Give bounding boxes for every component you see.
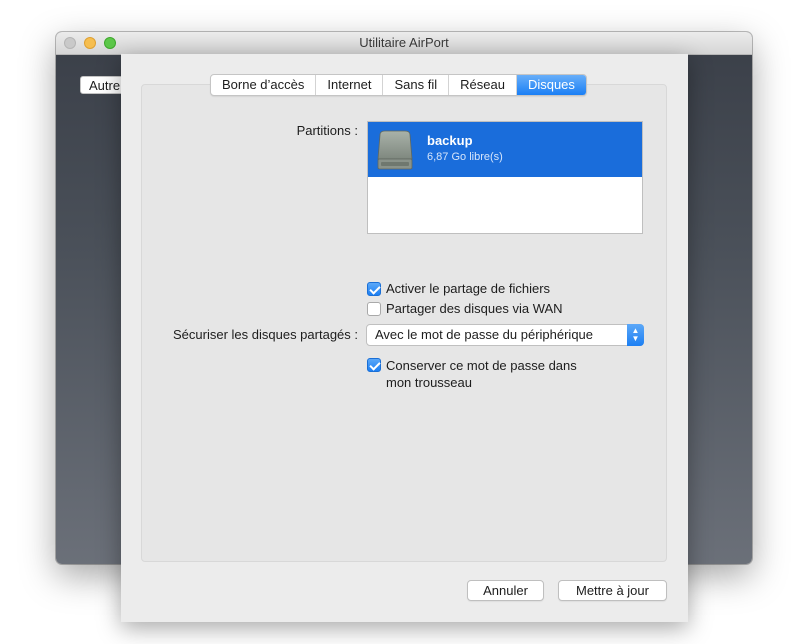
minimize-window-icon[interactable] xyxy=(84,37,96,49)
window-title: Utilitaire AirPort xyxy=(359,35,449,50)
tab-wireless[interactable]: Sans fil xyxy=(383,75,450,95)
file-sharing-checkbox[interactable] xyxy=(367,282,381,296)
tab-bar: Borne d’accès Internet Sans fil Réseau D… xyxy=(210,74,587,96)
tab-disks[interactable]: Disques xyxy=(516,75,586,95)
secure-disks-select[interactable]: Avec le mot de passe du périphérique ▲ ▼ xyxy=(366,324,644,346)
select-stepper-icon: ▲ ▼ xyxy=(627,324,644,346)
wan-sharing-label: Partager des disques via WAN xyxy=(386,301,563,316)
cancel-button[interactable]: Annuler xyxy=(467,580,544,601)
keychain-option[interactable]: Conserver ce mot de passe dans mon trous… xyxy=(367,357,607,391)
tab-internet[interactable]: Internet xyxy=(316,75,384,95)
secure-disks-value: Avec le mot de passe du périphérique xyxy=(375,327,594,342)
partition-free-space: 6,87 Go libre(s) xyxy=(427,151,503,163)
secure-disks-label: Sécuriser les disques partagés : xyxy=(173,327,358,342)
wan-sharing-option[interactable]: Partager des disques via WAN xyxy=(367,301,563,316)
close-window-icon[interactable] xyxy=(64,37,76,49)
file-sharing-label: Activer le partage de fichiers xyxy=(386,281,551,296)
partition-row-backup[interactable]: backup 6,87 Go libre(s) xyxy=(368,122,642,177)
keychain-label: Conserver ce mot de passe dans mon trous… xyxy=(386,357,577,391)
tab-base-station[interactable]: Borne d’accès xyxy=(211,75,317,95)
settings-sheet: Borne d’accès Internet Sans fil Réseau D… xyxy=(121,54,688,622)
title-bar: Utilitaire AirPort xyxy=(56,32,752,55)
keychain-checkbox[interactable] xyxy=(367,358,381,372)
partition-name: backup xyxy=(427,133,473,148)
hard-drive-icon xyxy=(377,130,413,170)
wan-sharing-checkbox[interactable] xyxy=(367,302,381,316)
partitions-label: Partitions : xyxy=(296,123,358,138)
tab-network[interactable]: Réseau xyxy=(449,75,517,95)
file-sharing-option[interactable]: Activer le partage de fichiers xyxy=(367,281,550,296)
update-button[interactable]: Mettre à jour xyxy=(558,580,667,601)
partitions-list[interactable]: backup 6,87 Go libre(s) xyxy=(367,121,643,234)
keychain-label-line2: mon trousseau xyxy=(386,375,472,390)
keychain-label-line1: Conserver ce mot de passe dans xyxy=(386,358,577,373)
zoom-window-icon[interactable] xyxy=(104,37,116,49)
